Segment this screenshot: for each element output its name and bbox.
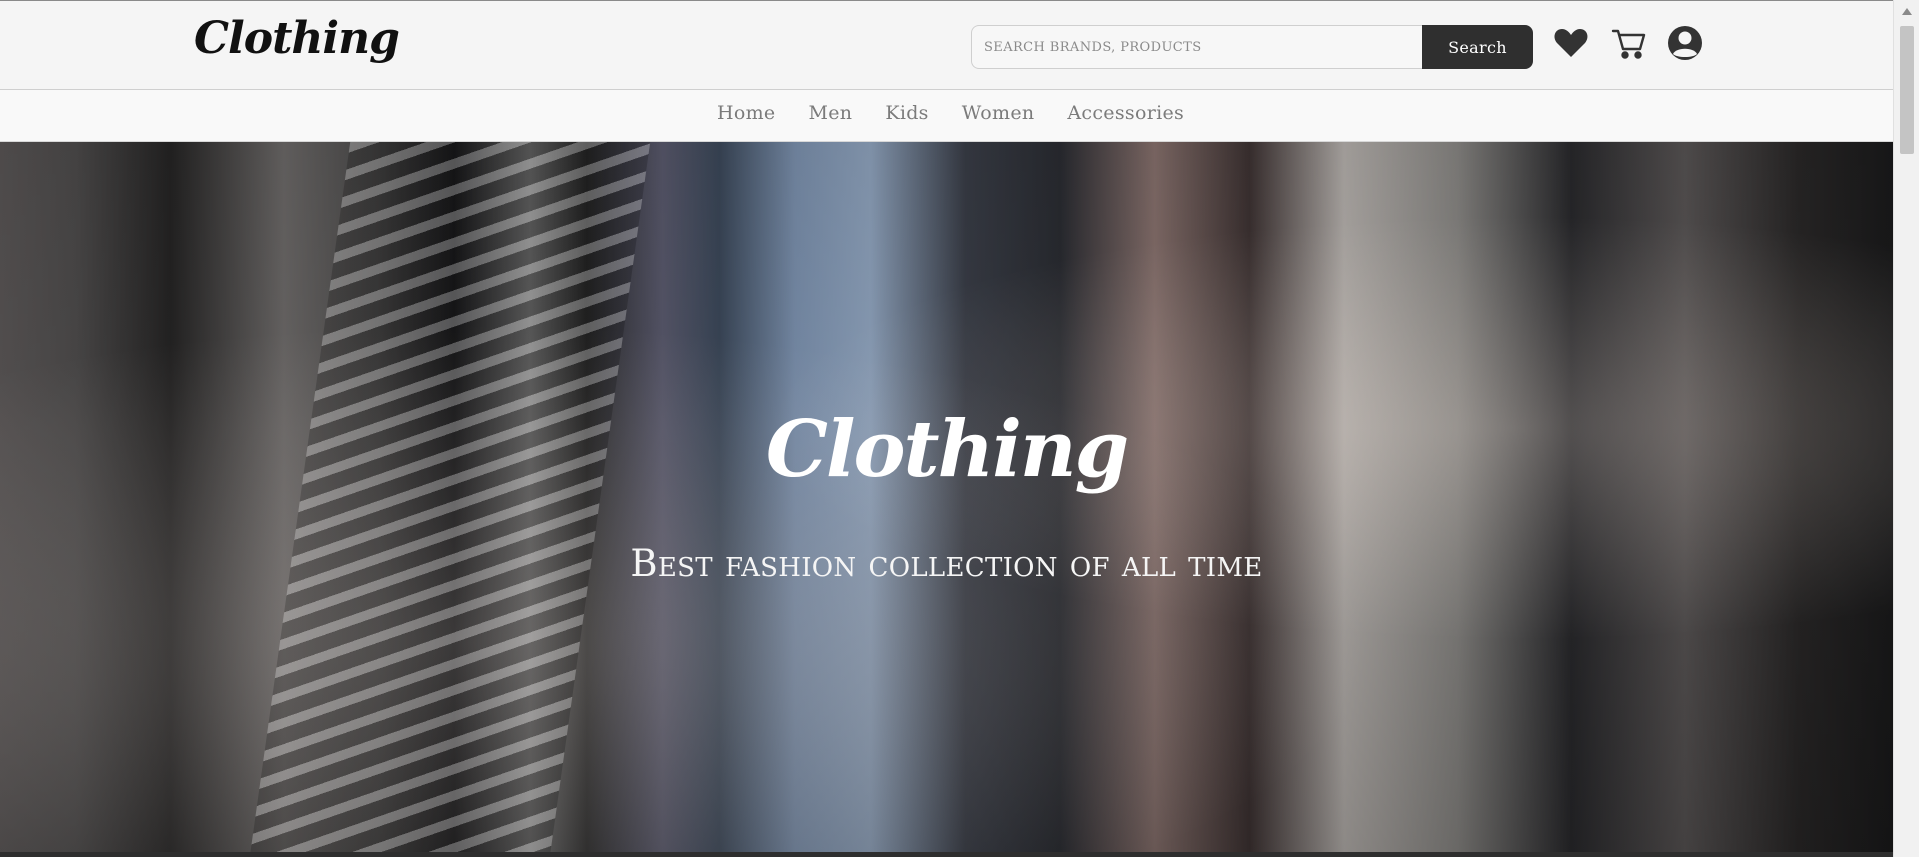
nav-item-accessories[interactable]: Accessories (1067, 102, 1184, 124)
search-input[interactable] (971, 25, 1423, 69)
nav-item-kids[interactable]: Kids (885, 102, 928, 124)
heart-icon[interactable] (1551, 23, 1591, 63)
main-nav: Home Men Kids Women Accessories (0, 90, 1893, 142)
bottom-border (0, 852, 1893, 857)
nav-items: Home Men Kids Women Accessories (717, 102, 1184, 124)
hero-logo: Clothing (765, 404, 1129, 495)
top-header: Clothing Search (0, 0, 1893, 90)
hero-tagline: Best fashion collection of all time (630, 542, 1263, 585)
scrollbar-thumb[interactable] (1900, 26, 1914, 154)
nav-item-men[interactable]: Men (808, 102, 852, 124)
hero-background-image (249, 142, 651, 857)
user-icon[interactable] (1665, 23, 1705, 63)
scroll-up-icon[interactable] (1902, 8, 1912, 15)
nav-item-home[interactable]: Home (717, 102, 775, 124)
hero-banner: Clothing Best fashion collection of all … (0, 142, 1893, 857)
search-bar: Search (971, 25, 1533, 69)
brand-logo[interactable]: Clothing (194, 13, 400, 64)
search-button[interactable]: Search (1422, 25, 1533, 69)
vertical-scrollbar[interactable] (1893, 0, 1919, 857)
cart-icon[interactable] (1609, 23, 1649, 63)
nav-item-women[interactable]: Women (962, 102, 1035, 124)
